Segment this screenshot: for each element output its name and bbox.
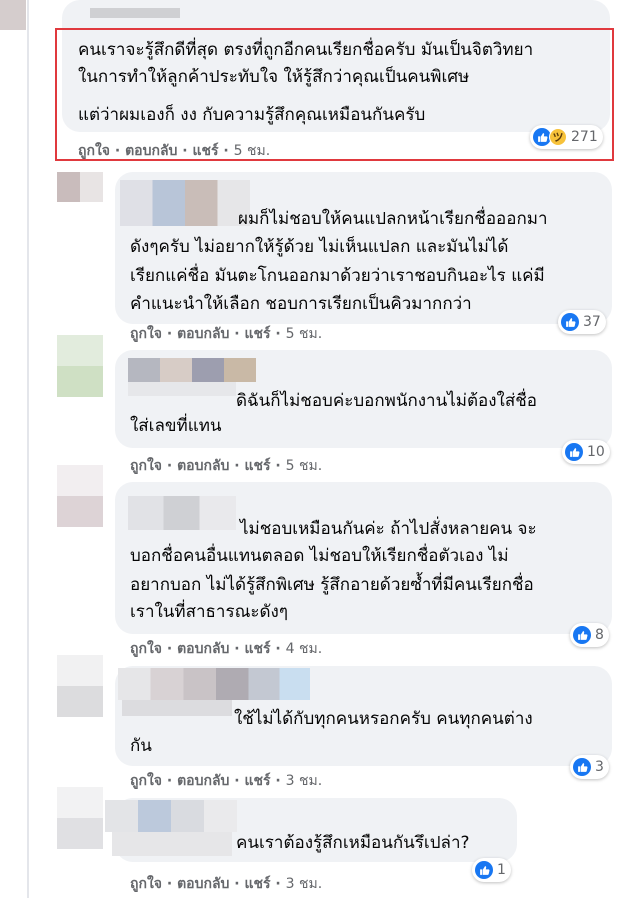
reply-link[interactable]: ตอบกลับ xyxy=(177,326,229,342)
reaction-count: 10 xyxy=(587,444,605,460)
share-link[interactable]: แชร์ xyxy=(245,326,271,342)
reaction-summary[interactable]: 1 xyxy=(472,858,511,882)
comment-actions: ถูกใจ · ตอบกลับ · แชร์ · 4 ชม. xyxy=(130,641,323,657)
reaction-count: 8 xyxy=(595,627,604,643)
share-link[interactable]: แชร์ xyxy=(245,773,271,789)
like-link[interactable]: ถูกใจ xyxy=(130,641,162,657)
author-name-redacted[interactable] xyxy=(112,832,232,856)
author-name-redacted[interactable] xyxy=(118,668,310,700)
reaction-count: 3 xyxy=(595,759,604,775)
like-link[interactable]: ถูกใจ xyxy=(130,458,162,474)
timestamp[interactable]: 3 ชม. xyxy=(286,876,323,892)
comment-text-line: ใช้ไม่ได้กับทุกคนหรอกครับ คนทุกคนต่าง xyxy=(234,709,533,729)
comment-actions: ถูกใจ · ตอบกลับ · แชร์ · 3 ชม. xyxy=(130,773,323,789)
comment-text-line: ดังๆครับ ไม่อยากให้รู้ด้วย ไม่เห็นแปลก แ… xyxy=(130,237,509,257)
reaction-summary[interactable]: 8 xyxy=(570,623,609,647)
comment-text-line: อยากบอก ไม่ได้รู้สึกพิเศษ รู้สึกอายด้วยซ… xyxy=(130,575,534,595)
author-name-redacted[interactable] xyxy=(90,8,180,18)
author-name-redacted[interactable] xyxy=(128,496,236,530)
like-icon xyxy=(475,861,493,879)
author-name-redacted[interactable] xyxy=(128,382,236,396)
like-icon xyxy=(565,443,583,461)
comment-text-line: กัน xyxy=(130,736,152,756)
like-link[interactable]: ถูกใจ xyxy=(130,876,162,892)
timestamp[interactable]: 4 ชม. xyxy=(286,641,323,657)
author-name-redacted[interactable] xyxy=(120,180,250,226)
share-link[interactable]: แชร์ xyxy=(245,641,271,657)
timestamp[interactable]: 3 ชม. xyxy=(286,773,323,789)
reply-link[interactable]: ตอบกลับ xyxy=(177,641,229,657)
comment-text-line: เราในที่สาธารณะดังๆ xyxy=(130,602,288,622)
like-icon xyxy=(573,626,591,644)
comment-actions: ถูกใจ · ตอบกลับ · แชร์ · 5 ชม. xyxy=(130,458,323,474)
comment-text-line: ดิฉันก็ไม่ชอบค่ะบอกพนักงานไม่ต้องใส่ชื่อ xyxy=(236,391,537,411)
share-link[interactable]: แชร์ xyxy=(245,458,271,474)
reaction-summary[interactable]: 10 xyxy=(562,440,610,464)
avatar[interactable] xyxy=(0,0,26,30)
comment-text-line: ผมก็ไม่ชอบให้คนแปลกหน้าเรียกชื่อออกมา xyxy=(238,209,548,229)
comment-text-line: ไม่ชอบเหมือนกันค่ะ ถ้าไปสั่งหลายคน จะ xyxy=(240,519,537,539)
reaction-summary[interactable]: 37 xyxy=(558,310,606,334)
thread-line xyxy=(27,0,29,898)
like-link[interactable]: ถูกใจ xyxy=(130,326,162,342)
comment-text-line: เรียกแค่ชื่อ มันตะโกนออกมาด้วยว่าเราชอบก… xyxy=(130,266,545,286)
comment-text-line: ใส่เลขที่แทน xyxy=(130,416,222,436)
like-icon xyxy=(561,313,579,331)
reply-link[interactable]: ตอบกลับ xyxy=(177,773,229,789)
reaction-count: 37 xyxy=(583,314,601,330)
author-name-redacted[interactable] xyxy=(122,700,232,716)
like-icon xyxy=(573,758,591,776)
comment-text-line: คำแนะนำให้เลือก ชอบการเรียกเป็นคิวมากกว่… xyxy=(130,294,472,314)
share-link[interactable]: แชร์ xyxy=(245,876,271,892)
author-name-redacted[interactable] xyxy=(105,800,237,832)
avatar[interactable] xyxy=(57,465,103,527)
avatar[interactable] xyxy=(57,335,103,397)
author-name-redacted[interactable] xyxy=(128,358,256,382)
comment-actions: ถูกใจ · ตอบกลับ · แชร์ · 3 ชม. xyxy=(130,876,323,892)
avatar[interactable] xyxy=(57,172,103,202)
comment-text-line: บอกชื่อคนอื่นแทนตลอด ไม่ชอบให้เรียกชื่อต… xyxy=(130,546,509,566)
comment-actions: ถูกใจ · ตอบกลับ · แชร์ · 5 ชม. xyxy=(130,326,323,342)
timestamp[interactable]: 5 ชม. xyxy=(286,458,323,474)
highlight-box xyxy=(55,28,614,161)
reaction-summary[interactable]: 3 xyxy=(570,755,609,779)
like-link[interactable]: ถูกใจ xyxy=(130,773,162,789)
timestamp[interactable]: 5 ชม. xyxy=(286,326,323,342)
comment-text-line: คนเราต้องรู้สึกเหมือนกันรึเปล่า? xyxy=(236,833,470,853)
reply-link[interactable]: ตอบกลับ xyxy=(177,876,229,892)
avatar[interactable] xyxy=(57,655,103,717)
reply-link[interactable]: ตอบกลับ xyxy=(177,458,229,474)
reaction-count: 1 xyxy=(497,862,506,878)
avatar[interactable] xyxy=(57,787,103,849)
